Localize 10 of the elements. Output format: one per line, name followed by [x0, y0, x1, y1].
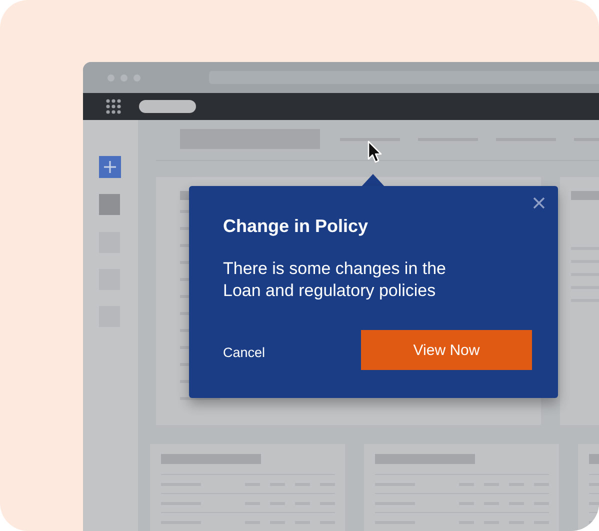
sidebar-item[interactable]	[99, 194, 120, 215]
close-icon[interactable]	[533, 197, 545, 209]
cancel-button[interactable]: Cancel	[223, 344, 266, 360]
app-name-placeholder	[139, 100, 196, 113]
view-now-button[interactable]: View Now	[361, 330, 532, 370]
popover-title: Change in Policy	[223, 215, 370, 237]
app-grid-icon[interactable]	[106, 99, 121, 114]
popover-message: There is some changes in the Loan and regulatory policies	[223, 258, 448, 302]
add-icon[interactable]	[99, 156, 121, 178]
cursor-icon	[367, 140, 383, 164]
